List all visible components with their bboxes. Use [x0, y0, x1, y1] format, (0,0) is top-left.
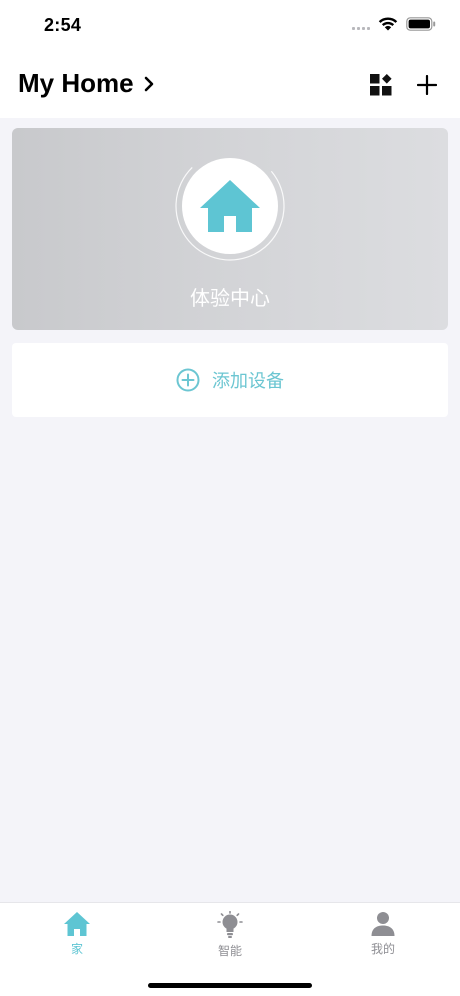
tab-smart[interactable]: 智能: [180, 911, 280, 963]
chevron-right-icon: [144, 76, 153, 91]
header: My Home: [0, 52, 460, 118]
tab-bar: 家 智能 我的: [0, 902, 460, 996]
wifi-icon: [378, 17, 398, 31]
lightbulb-icon: [217, 911, 243, 938]
person-icon: [371, 912, 395, 936]
tab-smart-label: 智能: [217, 944, 242, 958]
status-bar: 2:54: [0, 0, 460, 52]
home-indicator[interactable]: [148, 983, 312, 988]
tab-profile-label: 我的: [370, 942, 395, 956]
experience-center-card[interactable]: 体验中心: [12, 128, 448, 330]
plus-circle-icon: [176, 368, 200, 392]
tab-home-label: 家: [70, 942, 83, 956]
page-title: My Home: [18, 68, 134, 98]
add-device-label: 添加设备: [212, 371, 284, 392]
status-time: 2:54: [44, 15, 82, 35]
tab-home[interactable]: 家: [27, 911, 127, 963]
house-icon: [64, 912, 90, 936]
home-selector[interactable]: My Home: [18, 68, 154, 99]
tab-profile[interactable]: 我的: [333, 911, 433, 963]
add-button[interactable]: [414, 72, 440, 98]
battery-icon: [406, 16, 436, 31]
status-indicators: [352, 16, 436, 31]
hero-label: 体验中心: [190, 286, 270, 310]
house-icon: [200, 180, 260, 232]
add-device-button[interactable]: 添加设备: [12, 343, 448, 417]
widgets-button[interactable]: [368, 72, 394, 98]
header-actions: [368, 72, 440, 98]
hero-icon-circle: [182, 158, 278, 254]
plus-icon: [417, 75, 437, 95]
widgets-icon: [370, 74, 392, 96]
cellular-signal-icon: [352, 18, 370, 30]
